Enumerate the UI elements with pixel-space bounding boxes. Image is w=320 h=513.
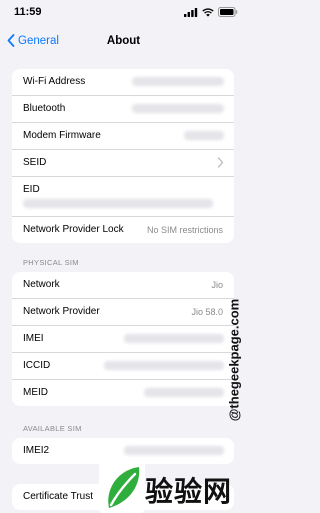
chevron-right-icon xyxy=(217,157,224,168)
seid-row[interactable]: SEID xyxy=(12,150,234,177)
watermark: @thegeekpage.com xyxy=(225,250,243,470)
eid-value-redacted xyxy=(23,199,213,208)
available-sim-header: AVAILABLE SIM xyxy=(23,424,82,433)
imei2-label: IMEI2 xyxy=(23,445,50,456)
bluetooth-label: Bluetooth xyxy=(23,103,66,114)
wifi-address-row[interactable]: Wi-Fi Address xyxy=(12,69,234,96)
imei2-value-redacted xyxy=(124,446,224,455)
network-provider-row[interactable]: Network Provider Jio 58.0 xyxy=(12,299,234,326)
status-time: 11:59 xyxy=(14,6,42,18)
eid-label: EID xyxy=(23,184,40,195)
seid-label: SEID xyxy=(23,157,47,168)
network-value: Jio xyxy=(211,280,223,290)
iccid-row[interactable]: ICCID xyxy=(12,353,234,380)
bluetooth-value-redacted xyxy=(132,104,224,113)
modem-firmware-row[interactable]: Modem Firmware xyxy=(12,123,234,150)
eid-row[interactable]: EID xyxy=(12,177,234,217)
brand-text: 验验网 xyxy=(145,476,233,507)
imei-row[interactable]: IMEI xyxy=(12,326,234,353)
battery-icon xyxy=(218,7,238,17)
modem-firmware-value-redacted xyxy=(184,131,224,140)
modem-firmware-label: Modem Firmware xyxy=(23,130,101,141)
bluetooth-row[interactable]: Bluetooth xyxy=(12,96,234,123)
wifi-address-label: Wi-Fi Address xyxy=(23,76,86,87)
wifi-address-value-redacted xyxy=(132,77,224,86)
navigation-bar: General About xyxy=(0,26,247,60)
page-title: About xyxy=(106,35,141,47)
status-icons xyxy=(184,7,238,17)
imei2-row[interactable]: IMEI2 xyxy=(12,438,234,464)
network-row[interactable]: Network Jio xyxy=(12,272,234,299)
network-provider-lock-value: No SIM restrictions xyxy=(146,225,223,235)
network-provider-lock-row[interactable]: Network Provider Lock No SIM restriction… xyxy=(12,217,234,243)
physical-sim-group: Network Jio Network Provider Jio 58.0 IM… xyxy=(12,272,234,406)
network-provider-lock-label: Network Provider Lock xyxy=(23,224,124,235)
status-bar: 11:59 xyxy=(0,0,247,26)
imei-value-redacted xyxy=(124,334,224,343)
network-provider-value: Jio 58.0 xyxy=(191,307,223,317)
meid-value-redacted xyxy=(144,388,224,397)
available-sim-group: IMEI2 xyxy=(12,438,234,464)
signal-icon xyxy=(184,7,198,17)
network-label: Network xyxy=(23,279,60,290)
iccid-value-redacted xyxy=(104,361,224,370)
certificate-trust-label: Certificate Trust xyxy=(23,491,94,502)
physical-sim-header: PHYSICAL SIM xyxy=(23,258,79,267)
watermark-text: @thegeekpage.com xyxy=(226,298,242,422)
device-info-group: Wi-Fi Address Bluetooth Modem Firmware S… xyxy=(12,69,234,243)
iccid-label: ICCID xyxy=(23,360,51,371)
network-provider-label: Network Provider xyxy=(23,306,100,317)
imei-label: IMEI xyxy=(23,333,44,344)
meid-row[interactable]: MEID xyxy=(12,380,234,406)
brand-overlay: 验验网 xyxy=(97,462,247,513)
wifi-icon xyxy=(202,7,214,17)
leaf-logo-icon xyxy=(99,462,145,513)
meid-label: MEID xyxy=(23,387,48,398)
